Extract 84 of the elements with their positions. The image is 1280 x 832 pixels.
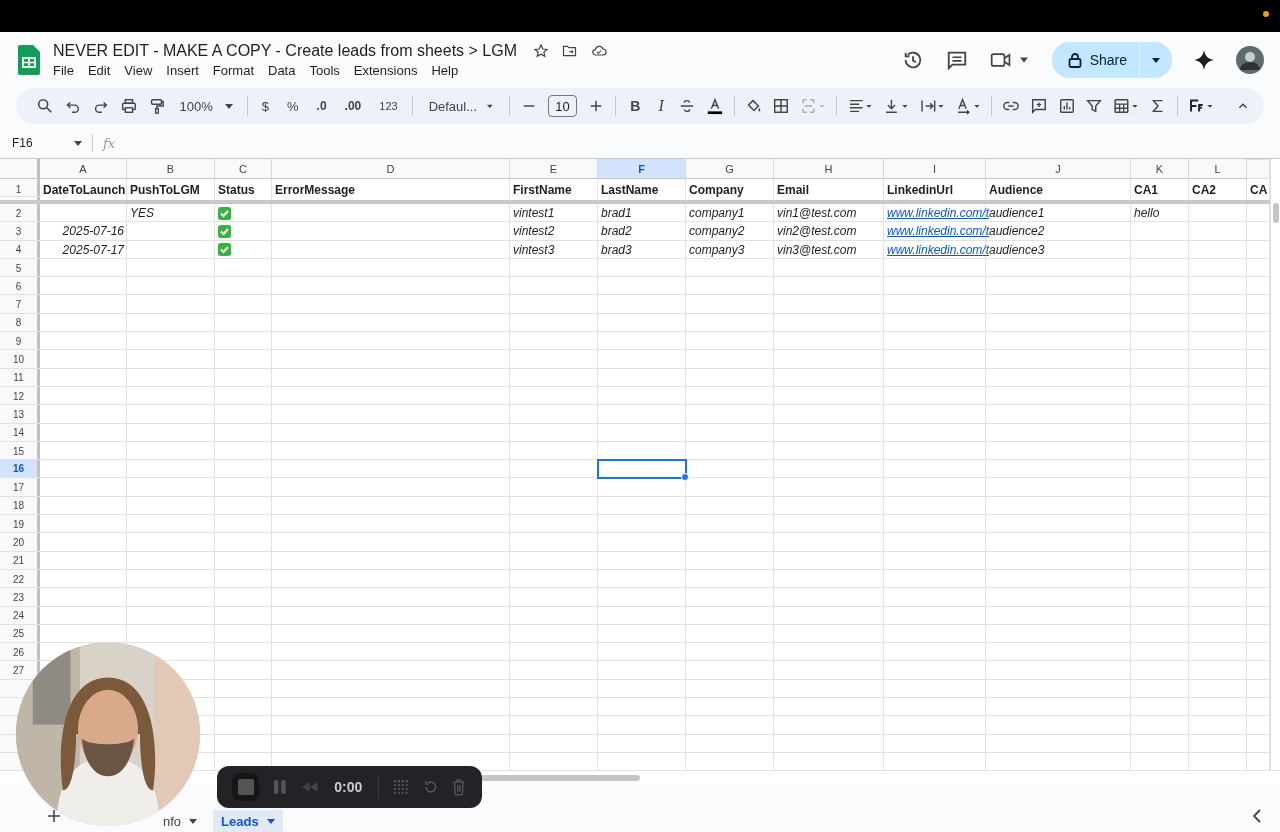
menu-item[interactable]: Tools: [302, 63, 347, 78]
table-cell-text: 2025-07-17: [61, 241, 126, 259]
row-header[interactable]: 9: [15, 332, 22, 351]
row-header[interactable]: 13: [12, 405, 25, 424]
row-header[interactable]: 16: [0, 460, 37, 478]
zoom-dropdown[interactable]: 100%: [175, 98, 237, 114]
row-header[interactable]: 22: [12, 569, 25, 589]
number-format-button[interactable]: 123: [375, 100, 402, 112]
menu-item[interactable]: Format: [205, 63, 261, 78]
row-header[interactable]: 23: [12, 588, 25, 607]
row-header[interactable]: 26: [12, 643, 25, 662]
table-cell-text: YES: [129, 205, 155, 223]
percent-button[interactable]: %: [283, 98, 303, 114]
row-header[interactable]: 11: [13, 368, 24, 387]
bold-button[interactable]: B: [626, 98, 645, 114]
menu-item[interactable]: Insert: [159, 63, 206, 78]
table-cell-text: vin2@test.com: [776, 223, 858, 241]
table-cell-text: brad1: [600, 205, 633, 223]
font-size-field[interactable]: 10: [547, 95, 578, 117]
column-header[interactable]: J: [986, 159, 1131, 179]
row-header[interactable]: 14: [12, 423, 25, 442]
table-cell-text: company1: [688, 205, 746, 223]
row-header[interactable]: 5: [15, 258, 22, 278]
row-header[interactable]: 18: [12, 496, 25, 516]
row-header[interactable]: 20: [12, 533, 25, 552]
table-cell-text: vin1@test.com: [776, 205, 858, 223]
menu-item[interactable]: Extensions: [346, 63, 425, 78]
recording-time: 0:00: [334, 779, 363, 795]
menu-item[interactable]: Data: [261, 63, 303, 78]
decrease-decimal-button[interactable]: .0: [312, 99, 331, 113]
menu-item[interactable]: View: [117, 63, 160, 78]
row-header[interactable]: 27: [12, 661, 25, 680]
sheet-tab[interactable]: nfo: [155, 810, 206, 832]
row-header[interactable]: 3: [15, 222, 22, 241]
column-header[interactable]: L: [1189, 159, 1247, 179]
row-header[interactable]: 19: [12, 515, 25, 534]
table-cell-text: vin3@test.com: [776, 241, 858, 259]
column-header[interactable]: B: [127, 159, 215, 179]
italic-button[interactable]: I: [654, 97, 668, 115]
column-header[interactable]: H: [774, 159, 884, 179]
column-header[interactable]: D: [272, 159, 510, 179]
currency-button[interactable]: $: [257, 98, 273, 114]
column-header[interactable]: K: [1131, 159, 1189, 179]
column-header[interactable]: C: [215, 159, 272, 179]
row-header[interactable]: 7: [15, 295, 22, 314]
link[interactable]: www.linkedin.com/t: [887, 242, 990, 257]
menu-item[interactable]: File: [46, 63, 81, 78]
table-cell-text: vintest2: [512, 223, 556, 241]
column-header[interactable]: A: [40, 159, 127, 179]
table-cell-text: brad2: [600, 223, 633, 241]
row-header[interactable]: 8: [15, 313, 22, 333]
font-dropdown[interactable]: Defaul...: [422, 98, 499, 114]
table-cell-text: 2025-07-16: [61, 223, 125, 241]
share-button[interactable]: Share: [1051, 42, 1140, 78]
table-cell-text: brad3: [600, 241, 633, 259]
row-header[interactable]: 12: [12, 386, 25, 406]
row-header[interactable]: 2: [15, 204, 22, 223]
increase-decimal-button[interactable]: .00: [340, 99, 366, 113]
sheet-tab[interactable]: Leads: [213, 810, 283, 832]
table-cell-text: vintest1: [512, 205, 556, 223]
column-header[interactable]: I: [884, 159, 986, 179]
column-header[interactable]: F: [598, 159, 686, 179]
row-header[interactable]: 6: [15, 277, 22, 296]
table-cell-text: vintest3: [512, 241, 556, 259]
link[interactable]: www.linkedin.com/t: [887, 206, 990, 221]
table-cell-text: company3: [688, 241, 746, 259]
row-header[interactable]: 21: [12, 551, 25, 570]
table-cell-text: hello: [1133, 205, 1161, 223]
table-cell-text: company2: [688, 223, 746, 241]
formula-label: fx: [103, 135, 116, 151]
row-header[interactable]: 4: [15, 240, 22, 259]
row-header[interactable]: 1: [15, 179, 22, 200]
row-header[interactable]: 25: [12, 624, 25, 644]
row-header[interactable]: 24: [12, 606, 25, 625]
row-header[interactable]: 10: [12, 350, 25, 369]
document-title[interactable]: NEVER EDIT - MAKE A COPY - Create leads from sheets > LGM: [53, 42, 517, 60]
column-header[interactable]: E: [510, 159, 598, 179]
menu-item[interactable]: Help: [424, 63, 466, 78]
link[interactable]: www.linkedin.com/t: [887, 224, 990, 239]
row-header[interactable]: 17: [12, 478, 25, 497]
name-box[interactable]: F16: [12, 136, 82, 150]
row-header[interactable]: 15: [12, 441, 25, 461]
column-header[interactable]: G: [686, 159, 774, 179]
menu-item[interactable]: Edit: [80, 63, 118, 78]
